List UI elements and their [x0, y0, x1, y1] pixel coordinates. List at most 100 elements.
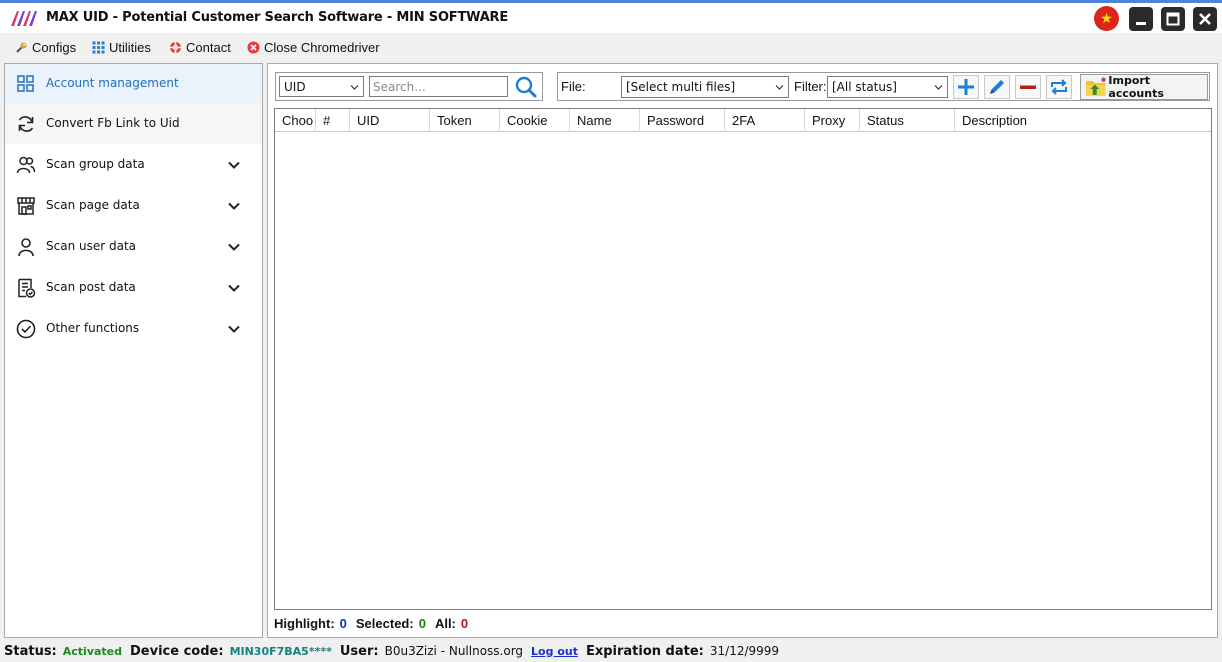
column-header-description[interactable]: Description	[955, 109, 1211, 132]
chevron-down-icon	[775, 85, 784, 90]
chevron-down-icon[interactable]	[227, 158, 241, 172]
minimize-button[interactable]	[1129, 7, 1153, 31]
apps-grid-icon	[92, 41, 105, 54]
user-icon	[18, 238, 34, 257]
menu-bar: Configs Utilities Contact Close Chromedr…	[0, 34, 1222, 60]
menu-configs-label: Configs	[32, 40, 77, 55]
delete-account-button[interactable]	[1015, 75, 1041, 99]
edit-account-button[interactable]	[984, 75, 1010, 99]
column-header-choose[interactable]: Choo	[275, 109, 316, 132]
sidebar-item-label: Scan group data	[46, 157, 145, 171]
highlight-count: 0	[339, 616, 347, 631]
menu-close-chromedriver[interactable]: Close Chromedriver	[247, 39, 380, 56]
column-header-2fa[interactable]: 2FA	[725, 109, 805, 132]
status-label: Status:	[4, 643, 57, 659]
menu-close-chromedriver-label: Close Chromedriver	[264, 40, 380, 55]
column-header-proxy[interactable]: Proxy	[805, 109, 860, 132]
column-header-token[interactable]: Token	[430, 109, 500, 132]
user-label: User:	[339, 643, 379, 659]
all-count: 0	[460, 616, 469, 631]
filter-select[interactable]: [All status]	[827, 76, 948, 98]
search-button[interactable]	[513, 75, 539, 99]
lifebuoy-icon	[170, 42, 181, 53]
file-select[interactable]: [Select multi files]	[621, 76, 789, 98]
device-code-label: Device code:	[130, 643, 224, 659]
sidebar-item-account-management[interactable]: Account management	[5, 64, 262, 104]
expiration-value: 31/12/9999	[709, 644, 780, 658]
menu-utilities-label: Utilities	[109, 40, 151, 55]
sidebar-item-label: Scan post data	[46, 280, 136, 294]
sidebar-item-scan-post[interactable]: Scan post data	[5, 268, 262, 308]
account-panel: UID File: [Select multi files] Filter: […	[267, 63, 1218, 638]
search-icon	[515, 76, 537, 98]
grid-icon	[17, 75, 34, 92]
minimize-icon	[1136, 22, 1146, 25]
sidebar-item-label: Other functions	[46, 321, 140, 335]
accounts-table[interactable]: Choo # UID Token Cookie Name Password 2F…	[274, 108, 1212, 610]
minus-icon	[1020, 85, 1036, 89]
highlight-label: Highlight:	[274, 616, 335, 631]
menu-contact-label: Contact	[186, 40, 231, 55]
maximize-button[interactable]	[1161, 7, 1185, 31]
column-header-password[interactable]: Password	[640, 109, 725, 132]
column-header-name[interactable]: Name	[570, 109, 640, 132]
filter-select-value: [All status]	[832, 80, 897, 94]
sync-accounts-button[interactable]	[1046, 75, 1072, 99]
search-input[interactable]	[369, 76, 508, 97]
window-title: MAX UID - Potential Customer Search Soft…	[46, 10, 509, 25]
device-code-value: MIN30F7BA5****	[229, 644, 332, 658]
sidebar-item-label: Scan user data	[46, 239, 137, 253]
chevron-down-icon[interactable]	[227, 322, 241, 336]
chevron-down-icon[interactable]	[227, 240, 241, 254]
folder-upload-icon	[1085, 77, 1106, 96]
post-check-icon	[18, 278, 36, 298]
sidebar-item-scan-group[interactable]: Scan group data	[5, 145, 262, 185]
column-header-index[interactable]: #	[316, 109, 350, 132]
app-logo-icon	[11, 11, 37, 26]
filter-label: Filter:	[794, 79, 827, 94]
menu-contact[interactable]: Contact	[169, 39, 231, 56]
import-accounts-button[interactable]: Import accounts	[1080, 74, 1208, 100]
sidebar-item-convert-fb-link[interactable]: Convert Fb Link to Uid	[5, 104, 262, 144]
swap-arrows-icon	[1051, 79, 1067, 95]
close-window-button[interactable]	[1193, 7, 1217, 31]
pencil-icon	[990, 80, 1004, 94]
column-header-uid[interactable]: UID	[350, 109, 430, 132]
column-header-status[interactable]: Status	[860, 109, 955, 132]
sidebar-item-label: Scan page data	[46, 198, 140, 212]
chevron-down-icon	[350, 85, 359, 90]
logout-link[interactable]: Log out	[531, 645, 578, 658]
sidebar-item-other-functions[interactable]: Other functions	[5, 309, 262, 349]
all-label: All:	[434, 616, 456, 631]
selection-summary: Highlight: 0 Selected: 0 All: 0	[274, 616, 468, 634]
plus-icon	[958, 79, 974, 95]
file-label: File:	[561, 79, 586, 94]
maximize-icon	[1166, 12, 1180, 26]
chevron-down-icon[interactable]	[227, 281, 241, 295]
wrench-icon	[16, 42, 27, 53]
status-bar: Status: Activated Device code: MIN30F7BA…	[0, 640, 1222, 662]
column-header-cookie[interactable]: Cookie	[500, 109, 570, 132]
store-icon	[17, 197, 35, 215]
language-flag-icon[interactable]: ★	[1094, 6, 1119, 31]
sidebar-item-label: Account management	[46, 76, 179, 90]
add-account-button[interactable]	[953, 75, 979, 99]
sidebar-item-scan-user[interactable]: Scan user data	[5, 227, 262, 267]
menu-utilities[interactable]: Utilities	[92, 39, 151, 56]
flag-star-icon: ★	[1100, 10, 1113, 27]
menu-configs[interactable]: Configs	[15, 39, 76, 56]
user-value: B0u3Zizi - Nullnoss.org	[384, 644, 524, 658]
chevron-down-icon[interactable]	[227, 199, 241, 213]
selected-count: 0	[418, 616, 426, 631]
selected-label: Selected:	[355, 616, 414, 631]
sidebar-item-label: Convert Fb Link to Uid	[46, 116, 180, 130]
close-circle-icon	[247, 41, 260, 54]
search-field-select-value: UID	[284, 79, 306, 94]
sidebar-item-scan-page[interactable]: Scan page data	[5, 186, 262, 226]
file-select-value: [Select multi files]	[626, 80, 736, 94]
expiration-label: Expiration date:	[585, 643, 704, 659]
table-header: Choo # UID Token Cookie Name Password 2F…	[275, 109, 1211, 132]
import-accounts-label: Import accounts	[1108, 74, 1164, 100]
title-bar: MAX UID - Potential Customer Search Soft…	[0, 3, 1222, 33]
search-field-select[interactable]: UID	[279, 76, 364, 97]
